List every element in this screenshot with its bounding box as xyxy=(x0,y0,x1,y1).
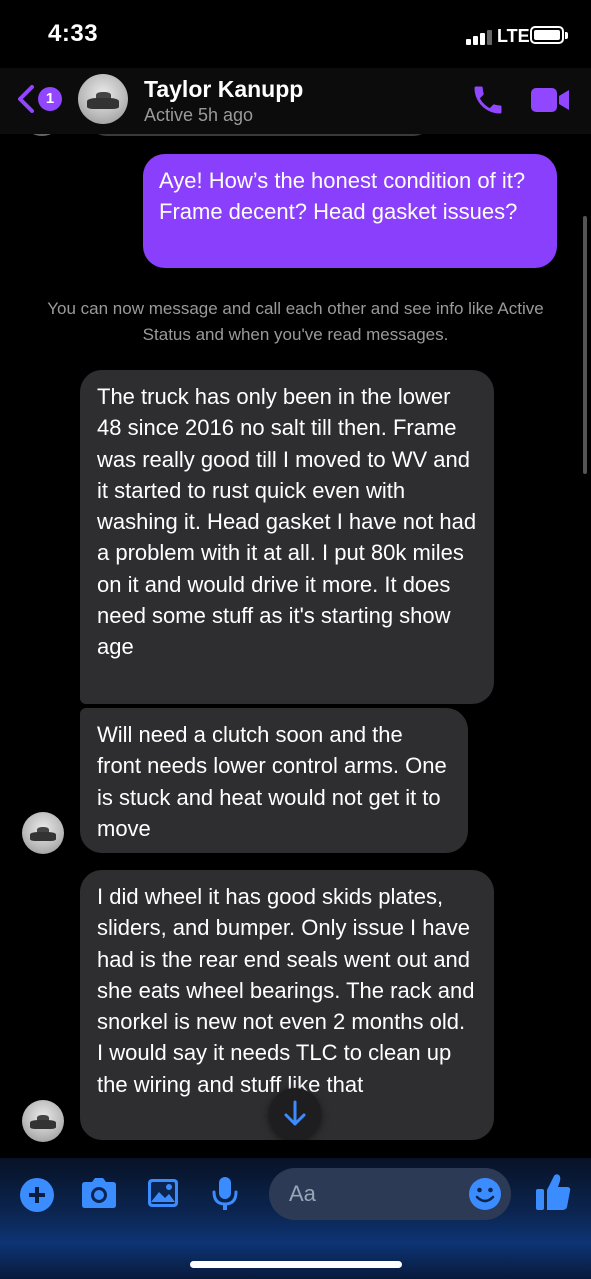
camera-button[interactable] xyxy=(80,1176,118,1215)
status-time: 4:33 xyxy=(48,20,99,47)
system-notice: You can now message and call each other … xyxy=(47,299,544,344)
contact-avatar[interactable] xyxy=(78,74,128,124)
back-chevron-icon xyxy=(18,85,34,113)
microphone-icon xyxy=(212,1177,238,1210)
message-bubble-partial xyxy=(90,134,430,136)
scroll-to-bottom-button[interactable] xyxy=(269,1088,321,1140)
unread-count-badge: 1 xyxy=(38,87,62,111)
message-composer xyxy=(0,1158,591,1279)
voice-message-button[interactable] xyxy=(212,1176,238,1217)
back-button[interactable]: 1 xyxy=(16,82,66,116)
photo-icon xyxy=(148,1179,178,1207)
emoji-icon xyxy=(469,1178,501,1210)
network-type: LTE xyxy=(497,26,530,46)
avatar xyxy=(24,134,60,136)
video-camera-icon xyxy=(531,88,569,112)
chat-header: 1 Taylor Kanupp Active 5h ago xyxy=(0,68,591,134)
outgoing-message[interactable]: Aye! How’s the honest condition of it? F… xyxy=(143,154,557,268)
contact-active-status: Active 5h ago xyxy=(144,105,254,125)
video-call-button[interactable] xyxy=(530,86,570,114)
sender-avatar[interactable] xyxy=(22,1100,64,1142)
like-button[interactable] xyxy=(534,1172,572,1217)
phone-icon xyxy=(474,86,502,114)
gallery-button[interactable] xyxy=(146,1176,180,1215)
camera-icon xyxy=(82,1178,116,1208)
incoming-message[interactable]: Will need a clutch soon and the front ne… xyxy=(80,708,468,853)
signal-strength-icon xyxy=(466,29,492,45)
emoji-button[interactable] xyxy=(468,1177,502,1211)
thumbs-up-icon xyxy=(536,1174,571,1210)
incoming-message[interactable]: The truck has only been in the lower 48 … xyxy=(80,370,494,704)
scrollbar[interactable] xyxy=(583,216,587,474)
battery-icon xyxy=(530,26,568,44)
message-thread[interactable]: Aye! How’s the honest condition of it? F… xyxy=(0,134,591,1158)
contact-name[interactable]: Taylor Kanupp xyxy=(144,76,303,103)
arrow-down-icon xyxy=(284,1100,306,1126)
messenger-chat-screen: 4:33 LTE 1 Taylor Kanupp Active 5h ago A… xyxy=(0,0,591,1279)
sender-avatar[interactable] xyxy=(22,812,64,854)
plus-icon[interactable] xyxy=(20,1178,54,1212)
home-indicator[interactable] xyxy=(190,1261,402,1268)
audio-call-button[interactable] xyxy=(470,82,506,118)
status-bar: 4:33 LTE xyxy=(0,0,591,68)
